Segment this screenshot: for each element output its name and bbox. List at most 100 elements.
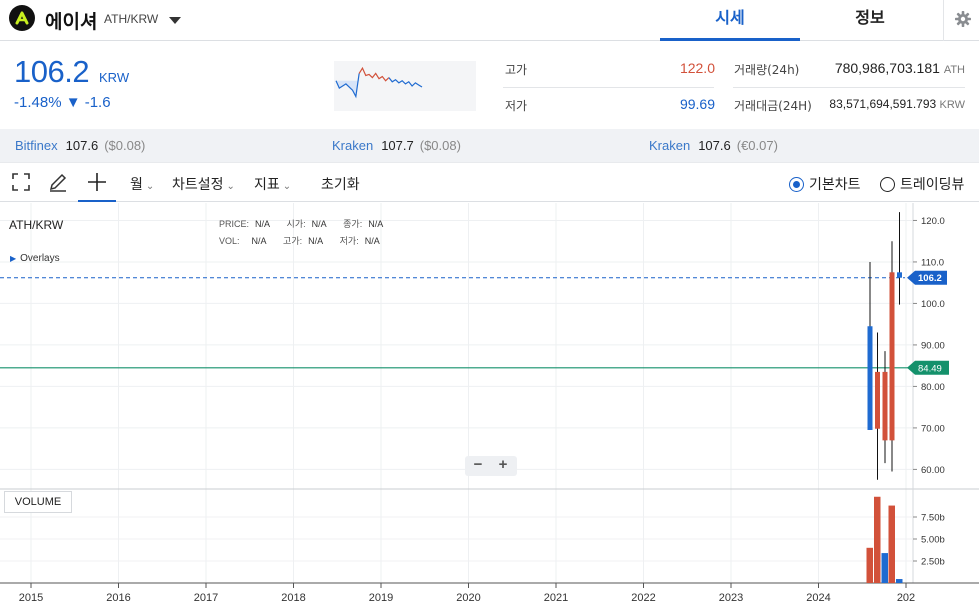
- volume-tick-label: 7.50b: [921, 513, 945, 524]
- exchange-price-bar: Bitfinex 107.6 ($0.08) Kraken 107.7 ($0.08) …: [0, 129, 979, 162]
- price-sparkline: [334, 61, 476, 111]
- radio-selected-icon: [789, 177, 804, 192]
- y-tick-label: 120.0: [921, 216, 945, 227]
- gear-icon: [955, 11, 971, 27]
- exchange-price: 107.6: [65, 138, 99, 153]
- candle-body: [867, 326, 873, 430]
- volume-value: 780,986,703.181 ATH: [800, 60, 965, 76]
- y-tick-label: 70.00: [921, 423, 945, 434]
- exchange-delta: ($0.08): [104, 138, 146, 153]
- y-tick-label: 100.0: [921, 299, 945, 310]
- y-tick-label: 90.00: [921, 340, 945, 351]
- volume-bar: [896, 579, 903, 583]
- x-tick-label: 2018: [281, 592, 305, 604]
- overlays-toggle[interactable]: ▶ Overlays: [10, 253, 60, 264]
- indicators-label: 지표: [254, 177, 280, 193]
- coin-name: 에이셔: [45, 11, 98, 33]
- ohlc-value: N/A: [368, 219, 384, 229]
- turnover-number: 83,571,694,591.793: [829, 97, 937, 111]
- exchange-item[interactable]: Kraken 107.7 ($0.08): [332, 138, 461, 153]
- exchange-item[interactable]: Bitfinex 107.6 ($0.08): [15, 138, 145, 153]
- y-tick-label: 80.00: [921, 382, 945, 393]
- sparkline-down-segment: [388, 77, 423, 88]
- ohlc-key: 시가:: [286, 219, 306, 229]
- candle-body: [897, 272, 902, 278]
- chart-settings-label: 차트설정: [172, 177, 224, 193]
- volume-tick-label: 5.00b: [921, 535, 945, 546]
- price-chart[interactable]: 120.0 110.0 100.0 90.00 80.00 70.00 60.00 84.49…: [0, 203, 979, 610]
- coin-pair: ATH/KRW: [104, 12, 159, 26]
- y-tick-label: 110.0: [921, 257, 944, 268]
- ohlc-value: N/A: [251, 236, 267, 246]
- current-price-tag-label: 106.2: [918, 273, 942, 284]
- zoom-in-button[interactable]: +: [493, 456, 513, 473]
- ohlc-key: 종가:: [343, 219, 363, 229]
- chart-settings-dropdown[interactable]: 차트설정 ⌄: [172, 174, 235, 194]
- exchange-name: Bitfinex: [15, 138, 58, 153]
- coin-logo-icon: [9, 5, 35, 31]
- exchange-name: Kraken: [332, 138, 374, 153]
- interval-label: 월: [130, 177, 143, 193]
- crosshair-tool-button[interactable]: [78, 163, 116, 202]
- crosshair-icon: [88, 173, 106, 191]
- zoom-out-button[interactable]: −: [468, 456, 488, 473]
- current-price: 106.2: [14, 54, 90, 89]
- high-label: 고가: [505, 63, 528, 77]
- tab-info[interactable]: 정보: [800, 0, 940, 41]
- view-basic-radio[interactable]: 기본차트: [789, 174, 861, 194]
- chevron-down-icon: ⌄: [282, 181, 292, 192]
- price-change: -1.48% ▼ -1.6: [14, 94, 111, 111]
- x-tick-label: 2023: [719, 592, 743, 604]
- volume-label: 거래량(24h): [734, 63, 800, 77]
- low-label: 저가: [505, 99, 528, 113]
- overlays-label: Overlays: [20, 253, 60, 264]
- y-tick-label: 60.00: [921, 465, 945, 476]
- x-tick-label: 2017: [194, 592, 218, 604]
- volume-tick-label: 2.50b: [921, 557, 945, 568]
- stats-divider: [733, 87, 965, 88]
- fullscreen-icon[interactable]: [10, 171, 32, 193]
- radio-unselected-icon: [880, 177, 895, 192]
- coin-select-chevron-icon[interactable]: [168, 13, 182, 31]
- volume-bar: [874, 496, 881, 583]
- chart-symbol: ATH/KRW: [9, 218, 64, 232]
- ohlc-key: VOL:: [219, 236, 240, 246]
- chevron-down-icon: ⌄: [145, 181, 155, 192]
- volume-bar: [881, 553, 888, 583]
- volume-panel-label[interactable]: VOLUME: [4, 491, 72, 513]
- ohlc-key: 고가:: [283, 236, 303, 246]
- ohlc-value: N/A: [308, 236, 324, 246]
- top-header: 에이셔 ATH/KRW 시세 정보: [0, 0, 979, 41]
- candle-body: [882, 371, 888, 441]
- exchange-price: 107.6: [698, 138, 731, 153]
- volume-unit: ATH: [943, 64, 965, 76]
- x-tick-label: 2022: [631, 592, 655, 604]
- sparkline-up-segment: [358, 66, 390, 82]
- x-tick-label: 2019: [369, 592, 393, 604]
- view-trading-radio[interactable]: 트레이딩뷰: [880, 174, 964, 194]
- exchange-price: 107.7: [381, 138, 414, 153]
- ohlc-value: N/A: [364, 236, 380, 246]
- exchange-delta: ($0.08): [419, 138, 461, 153]
- indicators-dropdown[interactable]: 지표 ⌄: [254, 174, 291, 194]
- candle-body: [889, 272, 895, 441]
- exchange-item[interactable]: Kraken 107.6 (€0.07): [649, 138, 778, 153]
- ohlc-key: PRICE:: [219, 219, 250, 229]
- pencil-icon[interactable]: [47, 171, 69, 193]
- reset-button[interactable]: 초기화: [321, 174, 360, 194]
- turnover-value: 83,571,694,591.793 KRW: [800, 97, 965, 111]
- x-tick-label: 2021: [544, 592, 568, 604]
- x-tick-label: 2016: [106, 592, 130, 604]
- triangle-right-icon: ▶: [10, 254, 17, 263]
- view-trading-label: 트레이딩뷰: [900, 177, 965, 193]
- settings-button[interactable]: [943, 0, 979, 41]
- ohlc-value: N/A: [255, 219, 271, 229]
- tab-market-price[interactable]: 시세: [660, 0, 800, 41]
- volume-bar: [866, 547, 873, 583]
- interval-dropdown[interactable]: 월 ⌄: [130, 174, 154, 194]
- low-value: 99.69: [679, 96, 715, 112]
- ohlc-row-1: PRICE: N/A 시가: N/A 종가: N/A: [219, 217, 383, 230]
- price-unit: KRW: [99, 70, 130, 85]
- stats-divider: [503, 87, 714, 88]
- zoom-controls: − +: [465, 456, 517, 476]
